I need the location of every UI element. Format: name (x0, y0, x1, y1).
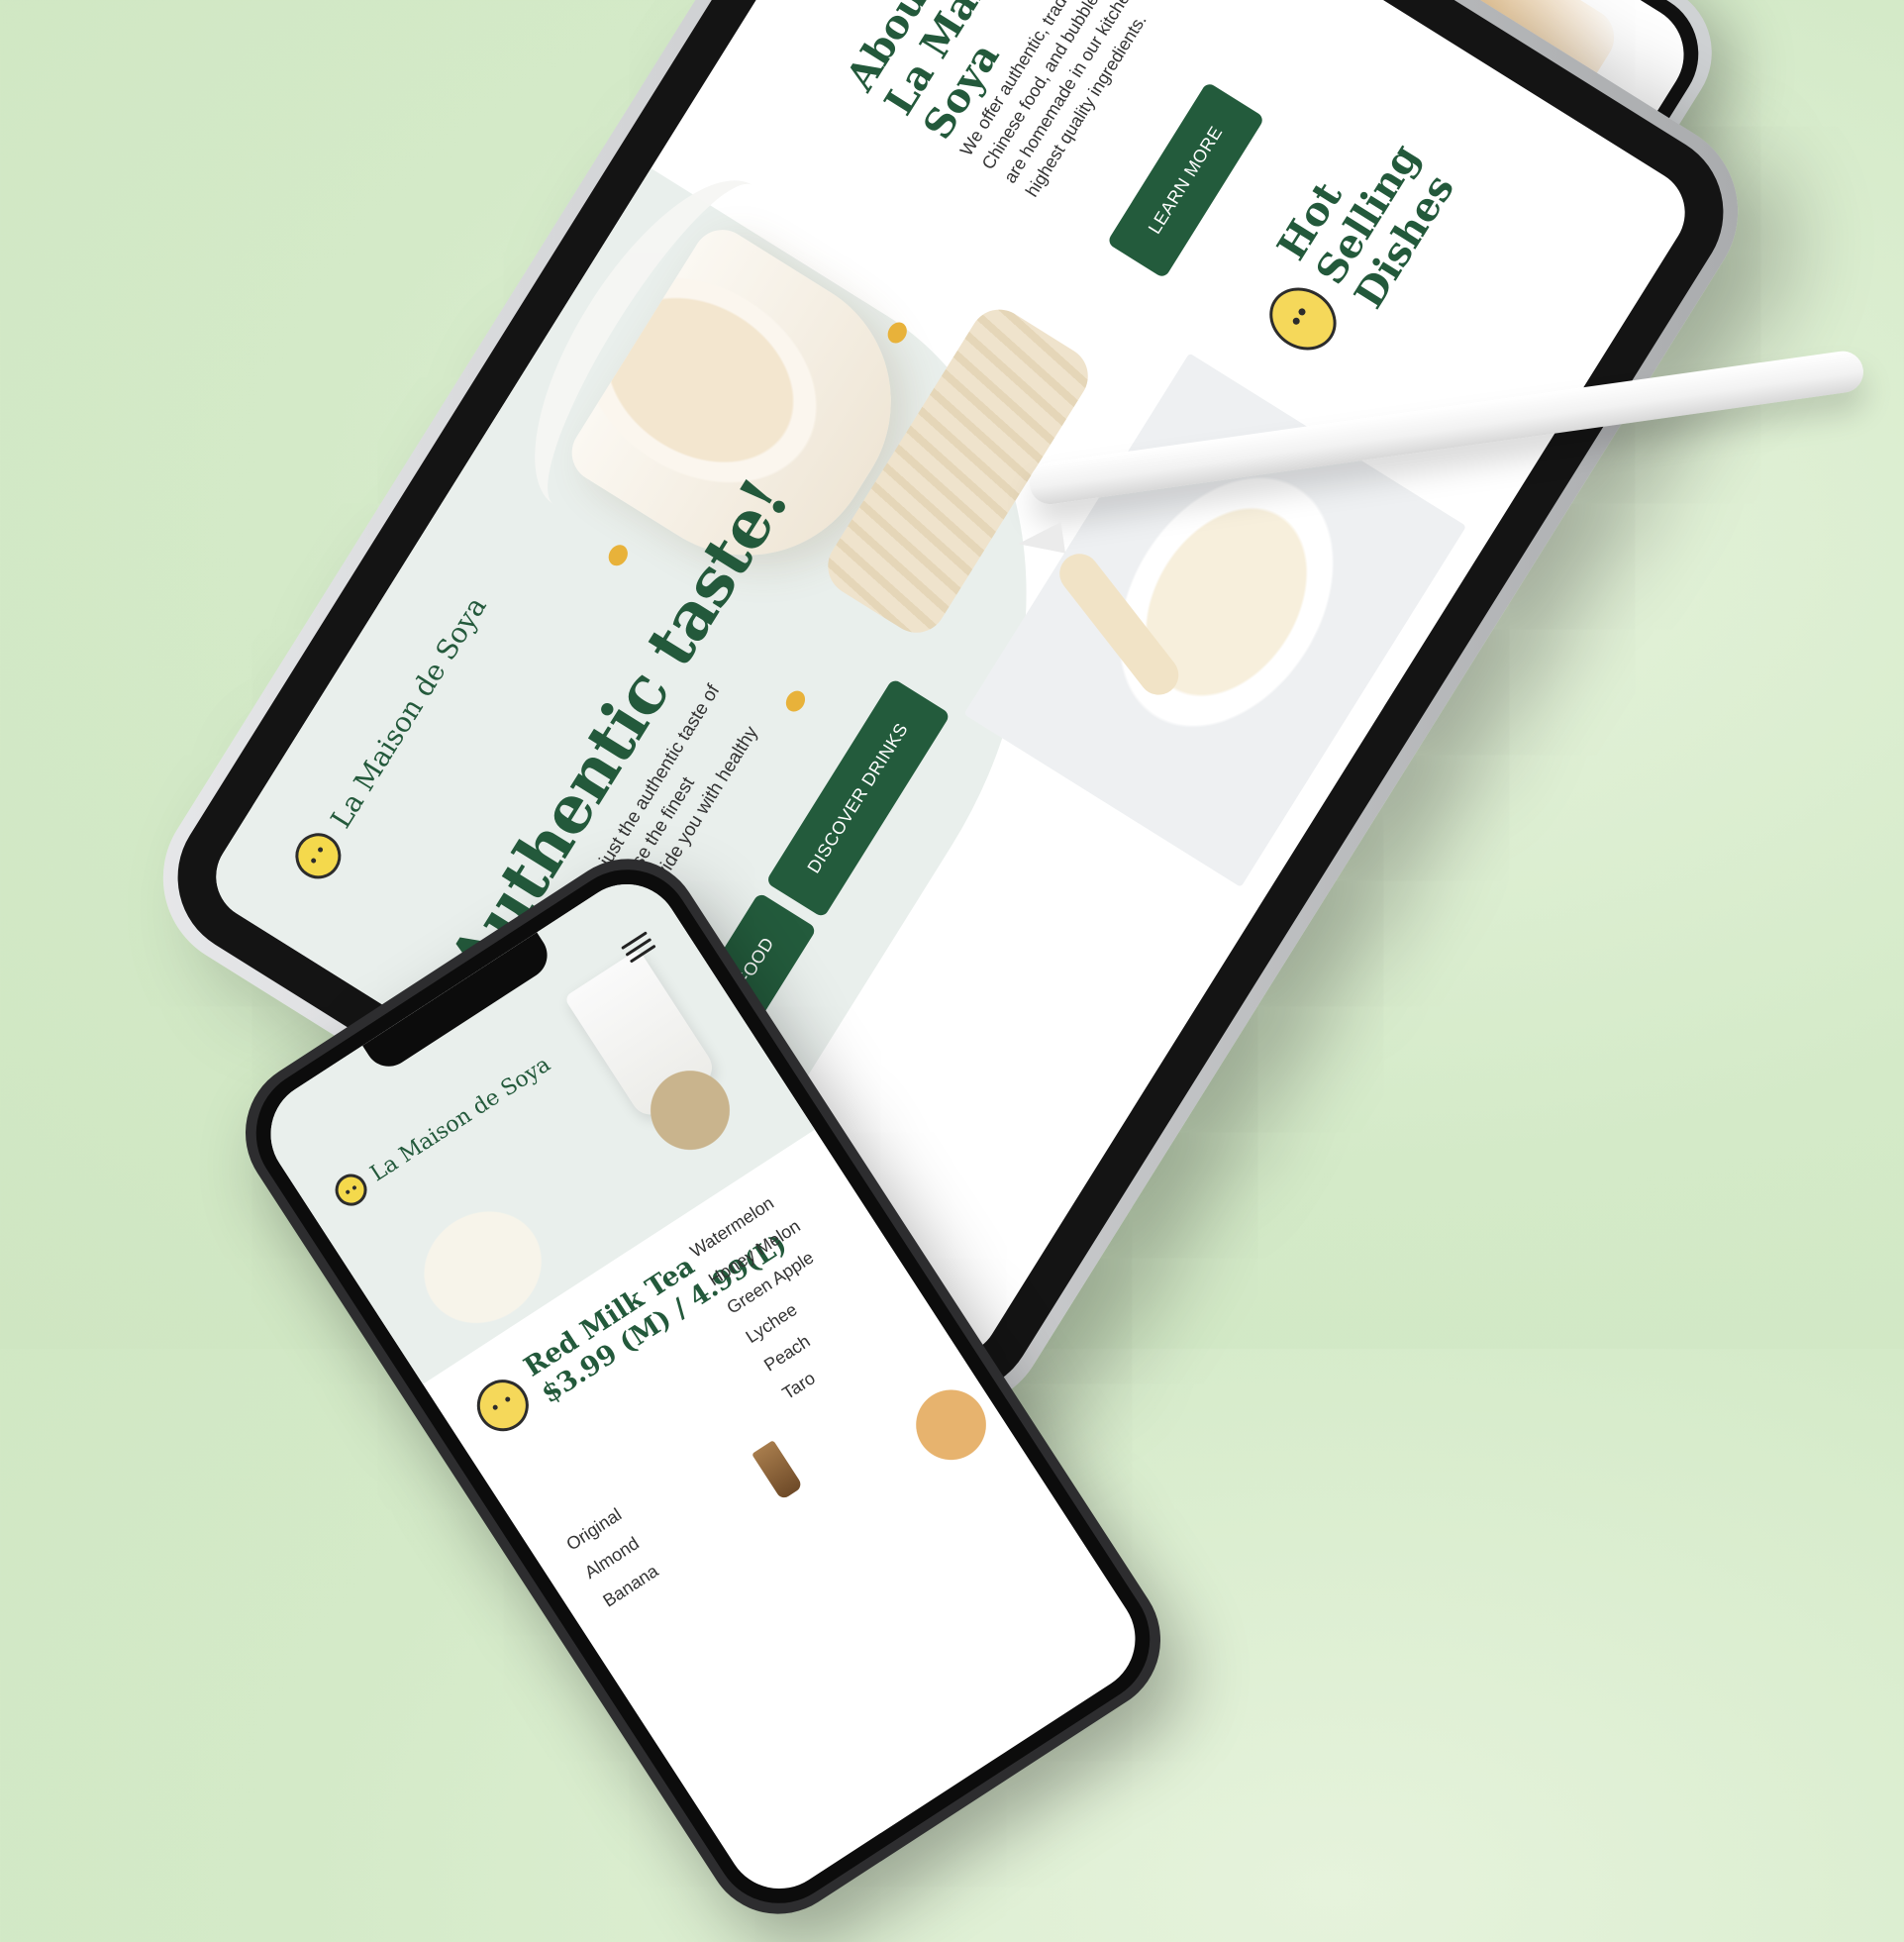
view-all-link[interactable]: View All (1575, 84, 1639, 150)
stylus-tip (1015, 521, 1066, 561)
hot-selling-header: Hot Selling Dishes (1230, 17, 1527, 380)
milk-tea-cup-image (752, 1440, 804, 1501)
learn-more-button[interactable]: LEARN MORE (1106, 81, 1265, 279)
milk-tea-cup-image (889, 1363, 1013, 1487)
hot-selling-title: Hot Selling Dishes (1268, 17, 1527, 316)
flavor-list-left: Original Almond Banana (559, 1498, 666, 1617)
soy-bean-mascot-icon (1257, 275, 1349, 362)
soy-bean-mascot-icon (467, 1370, 540, 1442)
